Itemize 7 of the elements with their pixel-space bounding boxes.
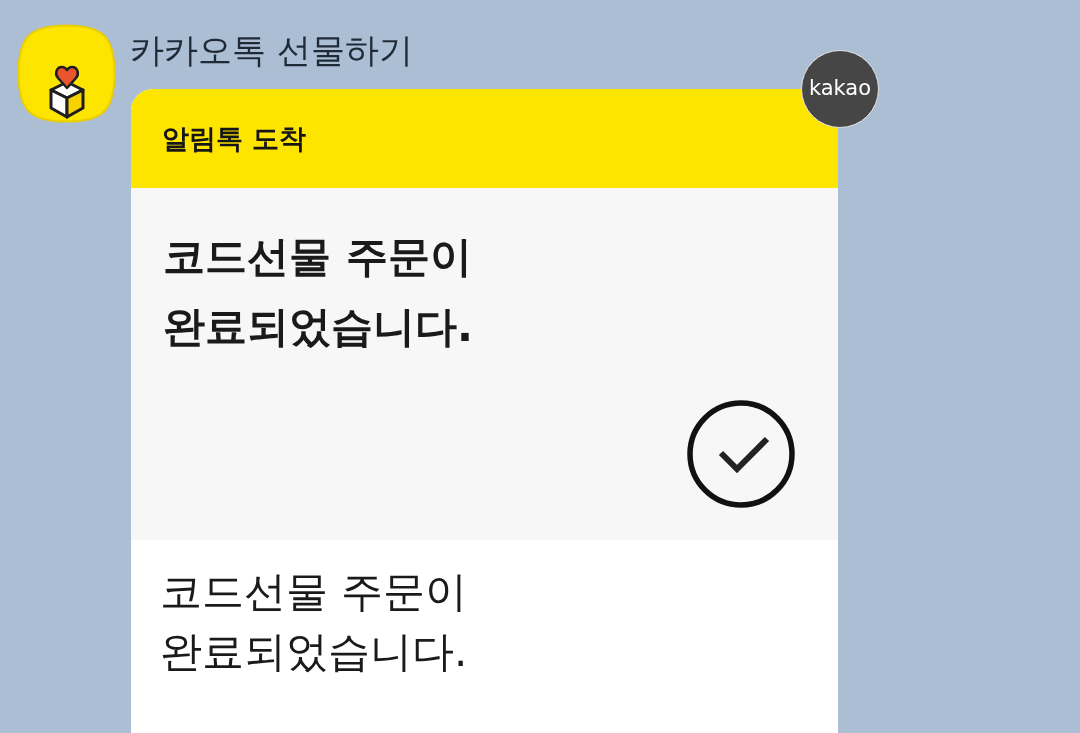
kakao-logo-badge: kakao bbox=[801, 50, 879, 128]
check-circle-icon bbox=[687, 400, 795, 508]
gift-box-avatar-icon[interactable] bbox=[17, 24, 116, 123]
headline-text: 코드선물 주문이 완료되었습니다. bbox=[163, 231, 473, 353]
header-title: 알림톡 도착 bbox=[162, 121, 307, 156]
sender-name: 카카오톡 선물하기 bbox=[130, 30, 413, 70]
message-text: 코드선물 주문이 완료되었습니다. bbox=[160, 566, 468, 678]
